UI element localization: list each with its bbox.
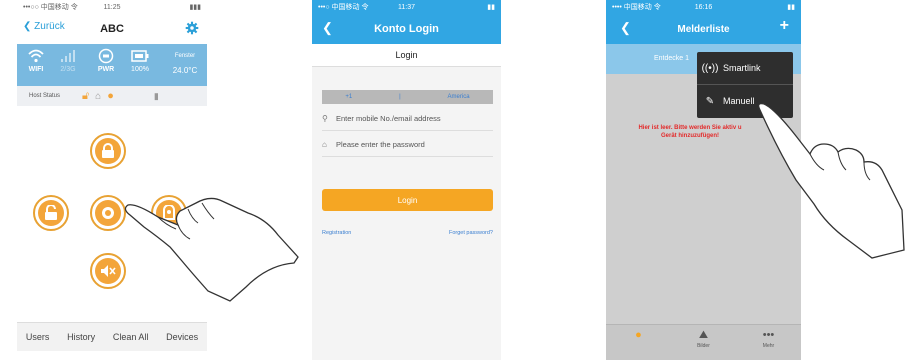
login-button[interactable]: Login: [322, 189, 493, 211]
unlock-status-icon: 🔓︎: [82, 89, 90, 102]
home-status-icon: ⌂: [95, 90, 102, 102]
status-bar: •••• 中国移动 令 16:16 ▮▮: [606, 0, 801, 14]
clock: 16:16: [694, 3, 713, 11]
page-title: ABC: [100, 23, 124, 35]
bottom-tab-bar: Users History Clean All Devices: [17, 322, 207, 351]
country-name: America: [447, 94, 470, 100]
person-icon: ●: [635, 329, 642, 341]
pointing-hand-icon: [758, 102, 905, 259]
empty-list-message: Hier ist leer. Bitte werden Sie aktiv u …: [638, 125, 742, 139]
plug-icon: [87, 46, 125, 66]
back-label: Zurück: [34, 21, 65, 32]
power-status: PWR: [87, 46, 125, 73]
tab-devices[interactable]: ●: [614, 325, 664, 360]
menu-item-label: Smartlink: [723, 63, 761, 73]
tab-users[interactable]: Users: [26, 332, 50, 342]
picture-icon: ⛰: [698, 329, 709, 341]
person-status-icon: ●: [107, 90, 114, 102]
battery-status: 100%: [121, 46, 159, 73]
back-chevron-icon[interactable]: ❮: [322, 20, 333, 36]
country-code: +1: [345, 94, 353, 100]
battery-level-icon: [121, 46, 159, 66]
lock-icon: [95, 138, 121, 164]
mobile-email-field[interactable]: ⚲ Enter mobile No./email address: [322, 106, 493, 131]
arm-button[interactable]: [90, 133, 126, 169]
unlock-icon: [38, 200, 64, 226]
host-status-label: Host Status: [29, 93, 61, 99]
gear-icon[interactable]: [185, 21, 199, 35]
menu-item-label: Manuell: [723, 96, 755, 106]
pen-icon: ✎: [705, 95, 715, 107]
nav-bar: ❮ Konto Login: [312, 14, 501, 44]
clock: 11:25: [103, 3, 121, 11]
mute-status-icon: ▮: [153, 90, 159, 101]
pointing-hand-icon: [124, 197, 299, 302]
user-icon: ⚲: [322, 113, 328, 123]
device-info-bar: WIFI 2/3G PWR 100% Fenster 24.0°C: [17, 44, 207, 86]
menu-item-smartlink[interactable]: ((•)) Smartlink: [697, 52, 793, 85]
broadcast-icon: ((•)): [701, 62, 719, 74]
back-button[interactable]: ❮ Zurück: [23, 21, 65, 32]
nav-title: Konto Login: [374, 23, 439, 35]
tab-clean-all[interactable]: Clean All: [113, 332, 149, 342]
status-bar: •••○ 中国移动 令 11:37 ▮▮: [312, 0, 501, 14]
tab-devices[interactable]: Devices: [166, 332, 198, 342]
registration-link[interactable]: Registration: [322, 230, 351, 236]
signal-icon: [49, 46, 87, 66]
disarm-button[interactable]: [33, 195, 69, 231]
nav-title: Melderliste: [677, 23, 730, 35]
lock-icon: ⌂: [322, 139, 327, 149]
plus-icon[interactable]: +: [780, 17, 789, 35]
tab-pictures[interactable]: ⛰ Bilder: [679, 325, 729, 360]
page-title: Login: [312, 44, 501, 67]
country-selector[interactable]: +1 | America: [322, 90, 493, 104]
tab-history[interactable]: History: [67, 332, 95, 342]
tab-more[interactable]: ••• Mehr: [744, 325, 794, 360]
phone-screen-1: •••○○ 中国移动 令 11:25 ▮▮▮ ❮ Zurück ABC WIFI…: [17, 0, 207, 360]
more-icon: •••: [762, 329, 775, 341]
status-bar: •••○○ 中国移动 令 11:25 ▮▮▮: [17, 0, 207, 14]
forgot-password-link[interactable]: Forget password?: [449, 230, 493, 236]
back-chevron-icon[interactable]: ❮: [620, 20, 631, 36]
mobile-email-placeholder: Enter mobile No./email address: [336, 113, 441, 123]
nav-bar: ❮ Melderliste +: [606, 14, 801, 44]
clock: 11:37: [398, 3, 415, 11]
temperature-status: Fenster 24.0°C: [172, 53, 198, 75]
password-placeholder: Please enter the password: [336, 139, 425, 149]
bottom-tab-bar: ● ⛰ Bilder ••• Mehr: [606, 324, 801, 360]
phone-screen-2: •••○ 中国移动 令 11:37 ▮▮ ❮ Konto Login Login…: [312, 0, 501, 360]
password-field[interactable]: ⌂ Please enter the password: [322, 132, 493, 157]
nav-bar: ❮ Zurück ABC: [17, 14, 207, 44]
host-status-row: Host Status 🔓︎ ⌂ ● ▮: [17, 86, 207, 106]
gsm-status: 2/3G: [49, 46, 87, 73]
